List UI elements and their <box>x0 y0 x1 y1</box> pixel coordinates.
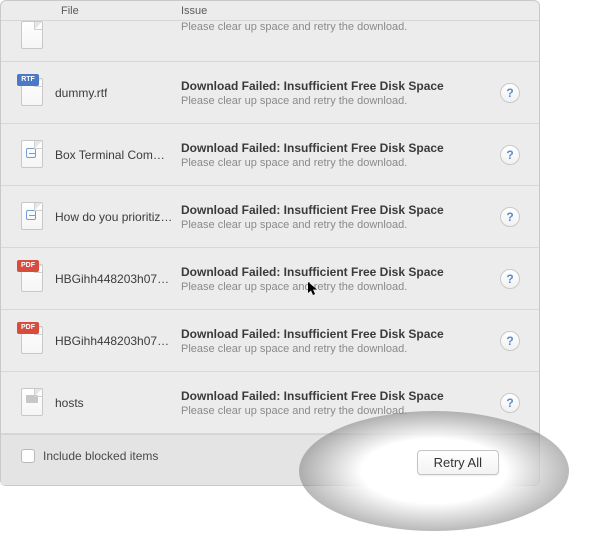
file-icon <box>21 202 45 232</box>
help-button[interactable]: ? <box>500 269 520 289</box>
issue-detail: Please clear up space and retry the down… <box>181 95 487 107</box>
retry-all-button[interactable]: Retry All <box>417 450 499 475</box>
help-button[interactable]: ? <box>500 83 520 103</box>
include-blocked-label: Include blocked items <box>43 449 158 463</box>
file-name: hosts <box>55 396 84 410</box>
file-name: dummy.rtf <box>55 86 107 100</box>
file-name: HBGihh448203h0714... <box>55 334 173 348</box>
issue-title: Download Failed: Insufficient Free Disk … <box>181 265 487 279</box>
include-blocked-checkbox[interactable]: Include blocked items <box>21 449 158 463</box>
issue-detail: Please clear up space and retry the down… <box>181 21 495 33</box>
issue-title: Download Failed: Insufficient Free Disk … <box>181 327 487 341</box>
footer-bar: Include blocked items Retry All <box>1 434 539 485</box>
help-button[interactable]: ? <box>500 207 520 227</box>
table-row: How do you prioritize y... Download Faile… <box>1 186 539 248</box>
issue-title: Download Failed: Insufficient Free Disk … <box>181 203 487 217</box>
file-icon <box>21 388 45 418</box>
file-name: Box Terminal Comman... <box>55 148 173 162</box>
header-issue: Issue <box>181 5 539 17</box>
help-button[interactable]: ? <box>500 393 520 413</box>
file-icon: PDF <box>21 326 45 356</box>
checkbox-icon[interactable] <box>21 449 35 463</box>
issue-detail: Please clear up space and retry the down… <box>181 343 487 355</box>
file-icon: PDF <box>21 264 45 294</box>
issue-detail: Please clear up space and retry the down… <box>181 405 487 417</box>
table-header: File Issue <box>1 1 539 21</box>
table-row: RTF dummy.rtf Download Failed: Insufficien… <box>1 62 539 124</box>
issue-title: Download Failed: Insufficient Free Disk … <box>181 389 487 403</box>
header-file: File <box>21 5 181 17</box>
table-row: hosts Please clear up space and retry th… <box>1 21 539 62</box>
issue-detail: Please clear up space and retry the down… <box>181 219 487 231</box>
table-row: Box Terminal Comman... Download Failed: I… <box>1 124 539 186</box>
table-row: hosts Download Failed: Insufficient Free … <box>1 372 539 434</box>
downloads-error-panel: File Issue hosts Please clear up space a… <box>0 0 540 486</box>
help-button[interactable]: ? <box>500 145 520 165</box>
help-button[interactable]: ? <box>500 331 520 351</box>
file-icon <box>21 21 45 51</box>
file-name: How do you prioritize y... <box>55 210 173 224</box>
issue-detail: Please clear up space and retry the down… <box>181 157 487 169</box>
issue-title: Download Failed: Insufficient Free Disk … <box>181 141 487 155</box>
table-row: PDF HBGihh448203h0714... Download Failed: … <box>1 310 539 372</box>
mouse-cursor-icon <box>308 282 318 296</box>
issue-title: Download Failed: Insufficient Free Disk … <box>181 79 487 93</box>
issue-detail: Please clear up space and retry the down… <box>181 281 487 293</box>
table-row: PDF HBGihh448203h0714... Download Failed: … <box>1 248 539 310</box>
file-name: HBGihh448203h0714... <box>55 272 173 286</box>
file-icon <box>21 140 45 170</box>
file-icon: RTF <box>21 78 45 108</box>
